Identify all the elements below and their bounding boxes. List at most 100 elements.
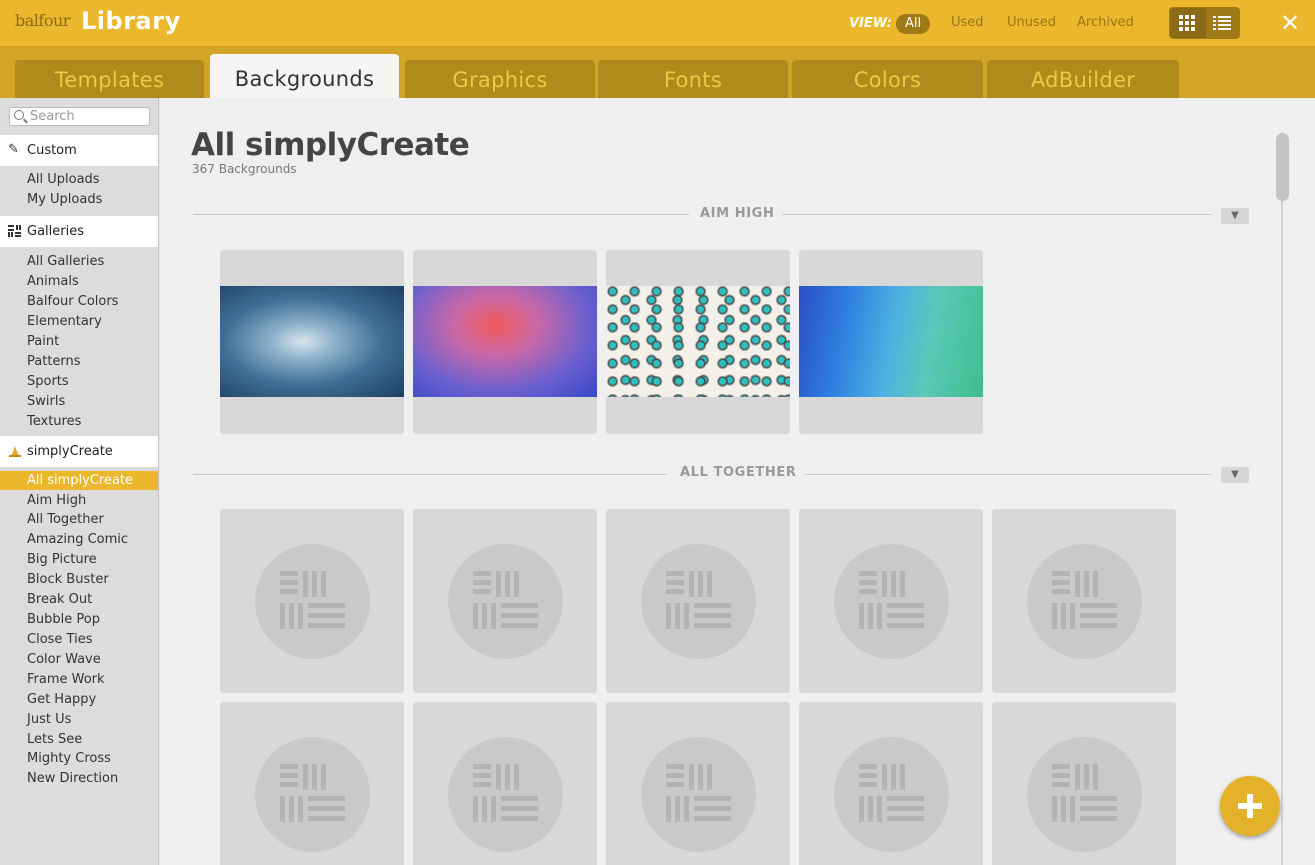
background-tile-placeholder[interactable] bbox=[413, 702, 597, 865]
background-tile-placeholder[interactable] bbox=[220, 702, 404, 865]
placeholder-image-icon bbox=[280, 571, 345, 629]
group-title-all-together: ALL TOGETHER bbox=[680, 465, 797, 480]
scrollbar-track[interactable] bbox=[1281, 132, 1283, 865]
section-custom[interactable]: ✎ Custom bbox=[0, 135, 158, 166]
background-tile-placeholder[interactable] bbox=[799, 509, 983, 693]
background-tile-placeholder[interactable] bbox=[220, 509, 404, 693]
placeholder-image-icon bbox=[859, 764, 924, 822]
collapse-aim-high-button[interactable]: ▼ bbox=[1221, 208, 1249, 224]
sidebar-item-break-out[interactable]: Break Out bbox=[0, 590, 158, 609]
list-view-button[interactable] bbox=[1204, 8, 1239, 38]
tab-backgrounds[interactable]: Backgrounds bbox=[210, 54, 399, 98]
search-placeholder: Search bbox=[30, 109, 75, 124]
sidebar-item-lets-see[interactable]: Lets See bbox=[0, 730, 158, 749]
sidebar-item-patterns[interactable]: Patterns bbox=[0, 352, 158, 371]
placeholder-image-icon bbox=[1052, 571, 1117, 629]
sidebar-item-all-uploads[interactable]: All Uploads bbox=[0, 170, 158, 189]
grid-view-button[interactable] bbox=[1170, 8, 1205, 38]
background-tile[interactable] bbox=[220, 250, 404, 434]
tab-bar: Templates Backgrounds Graphics Fonts Col… bbox=[0, 47, 1315, 98]
placeholder-image-icon bbox=[280, 764, 345, 822]
divider bbox=[782, 214, 1212, 215]
background-tile[interactable] bbox=[606, 250, 790, 434]
background-thumbnail bbox=[220, 286, 404, 397]
sidebar-item-all-galleries[interactable]: All Galleries bbox=[0, 252, 158, 271]
background-tile[interactable] bbox=[413, 250, 597, 434]
close-icon[interactable]: ✕ bbox=[1280, 9, 1300, 37]
divider bbox=[193, 214, 689, 215]
sidebar-item-big-picture[interactable]: Big Picture bbox=[0, 550, 158, 569]
top-bar: balfour Library VIEW: All Used Unused Ar… bbox=[0, 0, 1315, 47]
sidebar-item-swirls[interactable]: Swirls bbox=[0, 392, 158, 411]
sidebar-item-new-direction[interactable]: New Direction bbox=[0, 769, 158, 788]
placeholder-circle bbox=[641, 737, 756, 852]
section-simplycreate[interactable]: simplyCreate bbox=[0, 436, 158, 467]
placeholder-circle bbox=[1027, 544, 1142, 659]
background-tile-placeholder[interactable] bbox=[413, 509, 597, 693]
placeholder-image-icon bbox=[473, 571, 538, 629]
grid-icon bbox=[1179, 15, 1196, 31]
placeholder-image-icon bbox=[1052, 764, 1117, 822]
tab-colors[interactable]: Colors bbox=[792, 60, 983, 98]
sidebar-item-color-wave[interactable]: Color Wave bbox=[0, 650, 158, 669]
tab-adbuilder[interactable]: AdBuilder bbox=[987, 60, 1179, 98]
background-tile-placeholder[interactable] bbox=[799, 702, 983, 865]
background-tile-placeholder[interactable] bbox=[992, 702, 1176, 865]
sidebar-item-animals[interactable]: Animals bbox=[0, 272, 158, 291]
placeholder-circle bbox=[1027, 737, 1142, 852]
sidebar-item-amazing-comic[interactable]: Amazing Comic bbox=[0, 530, 158, 549]
collapse-all-together-button[interactable]: ▼ bbox=[1221, 467, 1249, 483]
background-tile[interactable] bbox=[799, 250, 983, 434]
placeholder-circle bbox=[834, 544, 949, 659]
placeholder-circle bbox=[641, 544, 756, 659]
sidebar-item-mighty-cross[interactable]: Mighty Cross bbox=[0, 749, 158, 768]
tab-fonts[interactable]: Fonts bbox=[598, 60, 788, 98]
scrollbar-thumb[interactable] bbox=[1276, 133, 1289, 201]
divider bbox=[193, 474, 667, 475]
sidebar-item-get-happy[interactable]: Get Happy bbox=[0, 690, 158, 709]
sidebar-item-textures[interactable]: Textures bbox=[0, 412, 158, 431]
gallery-grid-icon bbox=[8, 225, 21, 237]
sidebar-item-frame-work[interactable]: Frame Work bbox=[0, 670, 158, 689]
tab-templates[interactable]: Templates bbox=[15, 60, 204, 98]
view-filter-all[interactable]: All bbox=[896, 14, 931, 34]
main-content: All simplyCreate 367 Backgrounds AIM HIG… bbox=[160, 98, 1315, 865]
sidebar-item-close-ties[interactable]: Close Ties bbox=[0, 630, 158, 649]
sidebar-item-all-simplycreate[interactable]: All simplyCreate bbox=[0, 471, 158, 490]
group-title-aim-high: AIM HIGH bbox=[700, 206, 775, 221]
view-mode-toggle bbox=[1169, 7, 1240, 39]
search-input[interactable]: Search bbox=[9, 107, 150, 126]
sidebar-item-aim-high[interactable]: Aim High bbox=[0, 491, 158, 510]
background-thumbnail bbox=[606, 286, 790, 397]
sidebar-item-bubble-pop[interactable]: Bubble Pop bbox=[0, 610, 158, 629]
section-galleries[interactable]: Galleries bbox=[0, 216, 158, 247]
add-button[interactable] bbox=[1220, 776, 1280, 836]
placeholder-image-icon bbox=[859, 571, 924, 629]
background-tile-placeholder[interactable] bbox=[606, 702, 790, 865]
placeholder-circle bbox=[255, 544, 370, 659]
view-filter-archived[interactable]: Archived bbox=[1077, 15, 1134, 30]
sidebar-item-just-us[interactable]: Just Us bbox=[0, 710, 158, 729]
view-filter-unused[interactable]: Unused bbox=[1007, 15, 1056, 30]
sidebar-item-balfour-colors[interactable]: Balfour Colors bbox=[0, 292, 158, 311]
placeholder-image-icon bbox=[473, 764, 538, 822]
background-tile-placeholder[interactable] bbox=[992, 509, 1176, 693]
sidebar-item-elementary[interactable]: Elementary bbox=[0, 312, 158, 331]
sidebar-item-block-buster[interactable]: Block Buster bbox=[0, 570, 158, 589]
view-label: VIEW: bbox=[849, 16, 892, 31]
sidebar-item-my-uploads[interactable]: My Uploads bbox=[0, 190, 158, 209]
page-title: All simplyCreate bbox=[191, 127, 470, 163]
sidebar-item-sports[interactable]: Sports bbox=[0, 372, 158, 391]
balfour-logo: balfour bbox=[15, 11, 70, 30]
placeholder-circle bbox=[448, 737, 563, 852]
view-filter-used[interactable]: Used bbox=[951, 15, 984, 30]
background-tile-placeholder[interactable] bbox=[606, 509, 790, 693]
sidebar: Search ✎ Custom All Uploads My Uploads G… bbox=[0, 98, 159, 865]
section-label: simplyCreate bbox=[27, 444, 113, 459]
section-label: Galleries bbox=[27, 224, 84, 239]
background-count: 367 Backgrounds bbox=[192, 162, 297, 176]
divider bbox=[804, 474, 1212, 475]
sidebar-item-paint[interactable]: Paint bbox=[0, 332, 158, 351]
tab-graphics[interactable]: Graphics bbox=[405, 60, 595, 98]
sidebar-item-all-together[interactable]: All Together bbox=[0, 510, 158, 529]
